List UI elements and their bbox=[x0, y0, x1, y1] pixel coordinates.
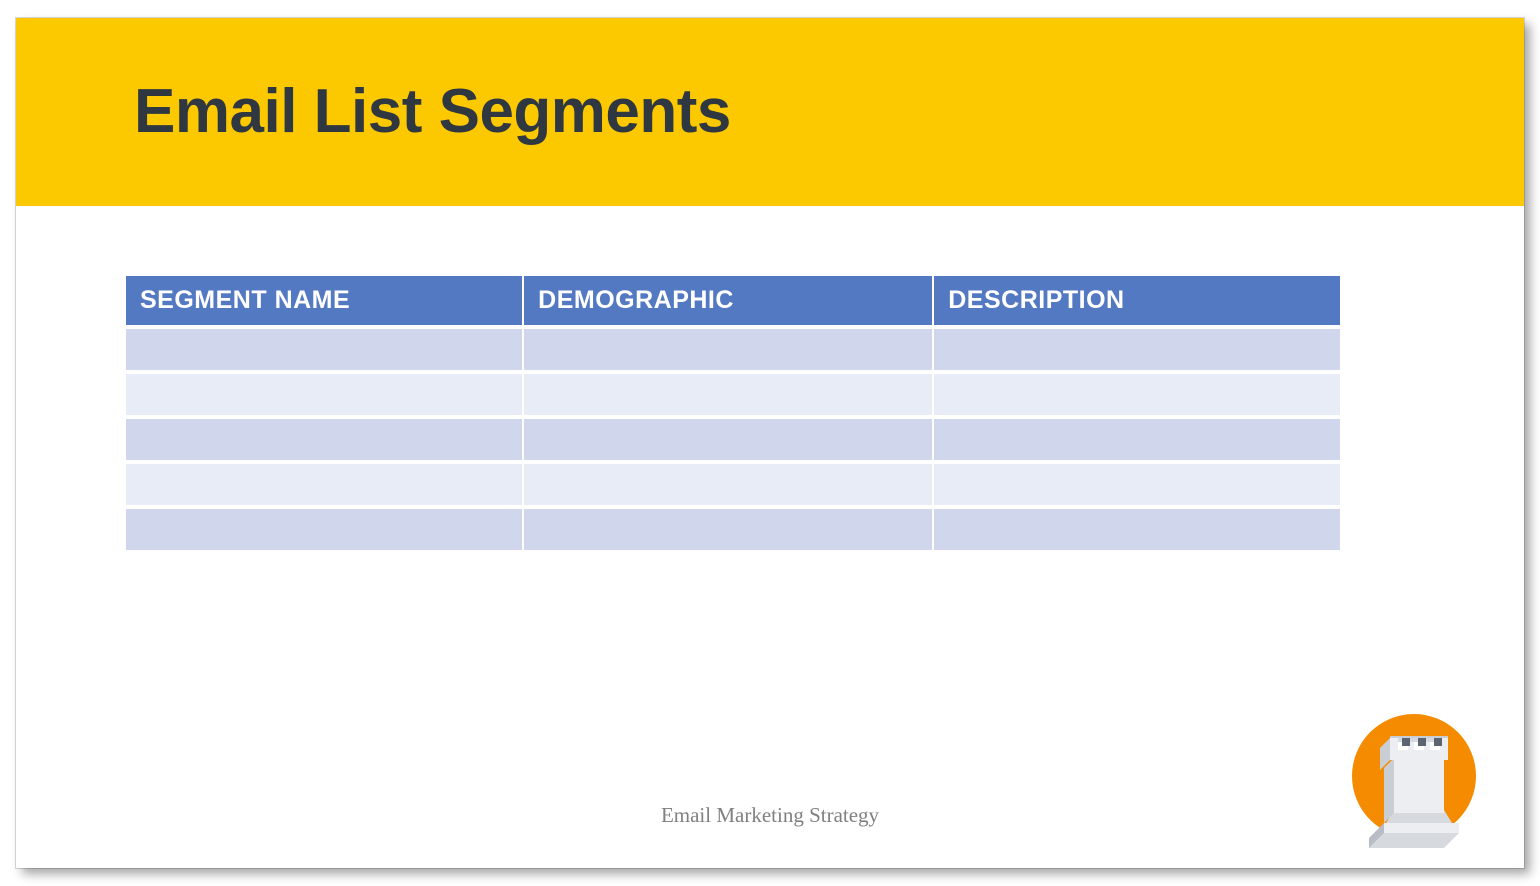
table-row bbox=[126, 505, 1340, 550]
cell-demographic bbox=[524, 325, 934, 370]
table-row bbox=[126, 460, 1340, 505]
cell-description bbox=[934, 415, 1340, 460]
cell-segment bbox=[126, 415, 524, 460]
table-row bbox=[126, 370, 1340, 415]
cell-demographic bbox=[524, 460, 934, 505]
slide: Email List Segments SEGMENT NAME DEMOGRA… bbox=[16, 18, 1524, 868]
cell-description bbox=[934, 370, 1340, 415]
header-segment-name: SEGMENT NAME bbox=[126, 276, 524, 325]
cell-demographic bbox=[524, 370, 934, 415]
rook-logo-icon bbox=[1324, 698, 1484, 858]
cell-description bbox=[934, 505, 1340, 550]
header-demographic: DEMOGRAPHIC bbox=[524, 276, 934, 325]
footer-text: Email Marketing Strategy bbox=[16, 803, 1524, 828]
table-row bbox=[126, 415, 1340, 460]
cell-description bbox=[934, 325, 1340, 370]
cell-demographic bbox=[524, 505, 934, 550]
cell-description bbox=[934, 460, 1340, 505]
cell-segment bbox=[126, 505, 524, 550]
cell-demographic bbox=[524, 415, 934, 460]
segments-table: SEGMENT NAME DEMOGRAPHIC DESCRIPTION bbox=[126, 276, 1340, 550]
cell-segment bbox=[126, 460, 524, 505]
cell-segment bbox=[126, 325, 524, 370]
table-header-row: SEGMENT NAME DEMOGRAPHIC DESCRIPTION bbox=[126, 276, 1340, 325]
header-description: DESCRIPTION bbox=[934, 276, 1340, 325]
cell-segment bbox=[126, 370, 524, 415]
slide-title: Email List Segments bbox=[134, 76, 731, 147]
table-row bbox=[126, 325, 1340, 370]
